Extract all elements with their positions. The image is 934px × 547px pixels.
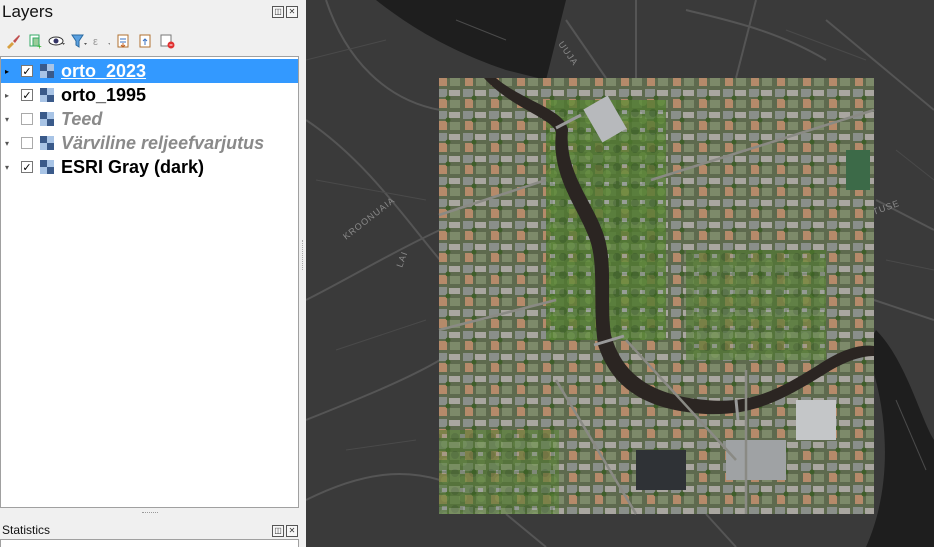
collapse-arrow-icon[interactable]: ▾ [5, 115, 13, 124]
layer-name: Värviline reljeefvarjutus [61, 132, 265, 153]
float-panel-icon[interactable]: ◫ [272, 6, 284, 18]
remove-layer-icon[interactable] [158, 32, 176, 50]
layer-visibility-checkbox[interactable] [21, 137, 33, 149]
street-label-kroonuaia: KROONUAIA [341, 195, 397, 242]
layer-row-orto-1995[interactable]: ▸ ✓ orto_1995 [1, 83, 298, 107]
close-panel-icon[interactable]: ✕ [286, 6, 298, 18]
layer-row-teed[interactable]: ▾ Teed [1, 107, 298, 131]
layers-panel-title: Layers [2, 2, 54, 21]
add-group-icon[interactable]: + [26, 32, 44, 50]
layer-name: orto_1995 [61, 84, 147, 105]
orthophoto-raster [438, 78, 875, 515]
collapse-arrow-icon[interactable]: ▾ [5, 139, 13, 148]
raster-layer-icon [40, 136, 54, 150]
statistics-panel: Statistics ◫ ✕ [0, 517, 304, 547]
raster-layer-icon [40, 112, 54, 126]
collapse-arrow-icon[interactable]: ▾ [5, 163, 13, 172]
layer-visibility-checkbox[interactable]: ✓ [21, 89, 33, 102]
statistics-body [0, 539, 299, 547]
layer-row-varviline-reljeefvarjutus[interactable]: ▾ Värviline reljeefvarjutus [1, 131, 298, 155]
map-render: KROONUAIA UUJA LAI TUSE [306, 0, 934, 547]
basemap-river [376, 0, 566, 80]
layer-visibility-checkbox[interactable] [21, 113, 33, 125]
map-canvas[interactable]: KROONUAIA UUJA LAI TUSE [306, 0, 934, 547]
expand-all-icon[interactable] [114, 32, 132, 50]
layers-panel: Layers ◫ ✕ + ε ▸ ✓ orto_2023 ▸ ✓ orto_19… [0, 0, 304, 547]
filter-icon[interactable] [70, 32, 88, 50]
close-panel-icon[interactable]: ✕ [286, 525, 298, 537]
expand-arrow-icon[interactable]: ▸ [5, 91, 13, 100]
raster-layer-icon [40, 88, 54, 102]
layer-row-esri-gray-dark[interactable]: ▾ ✓ ESRI Gray (dark) [1, 155, 298, 179]
raster-layer-icon [40, 160, 54, 174]
panel-splitter[interactable] [0, 510, 300, 516]
raster-layer-icon [40, 64, 54, 78]
statistics-panel-title: Statistics [2, 523, 51, 537]
expand-arrow-icon[interactable]: ▸ [5, 67, 13, 76]
layer-visibility-checkbox[interactable]: ✓ [21, 161, 33, 174]
layer-row-orto-2023[interactable]: ▸ ✓ orto_2023 [1, 59, 298, 83]
layer-visibility-checkbox[interactable]: ✓ [21, 65, 33, 78]
svg-text:+: + [37, 42, 42, 49]
collapse-all-icon[interactable] [136, 32, 154, 50]
eye-visibility-icon[interactable] [48, 32, 66, 50]
layer-name: ESRI Gray (dark) [61, 156, 205, 177]
layer-tree[interactable]: ▸ ✓ orto_2023 ▸ ✓ orto_1995 ▾ Teed ▾ Vär… [0, 56, 299, 508]
layer-name: Teed [61, 108, 103, 129]
layer-name: orto_2023 [61, 60, 147, 81]
filter-expression-icon[interactable]: ε [92, 32, 110, 50]
style-brush-icon[interactable] [4, 32, 22, 50]
float-panel-icon[interactable]: ◫ [272, 525, 284, 537]
svg-text:ε: ε [93, 36, 98, 48]
layers-toolbar: + ε [4, 30, 176, 52]
street-label-uuja: UUJA [556, 39, 580, 67]
